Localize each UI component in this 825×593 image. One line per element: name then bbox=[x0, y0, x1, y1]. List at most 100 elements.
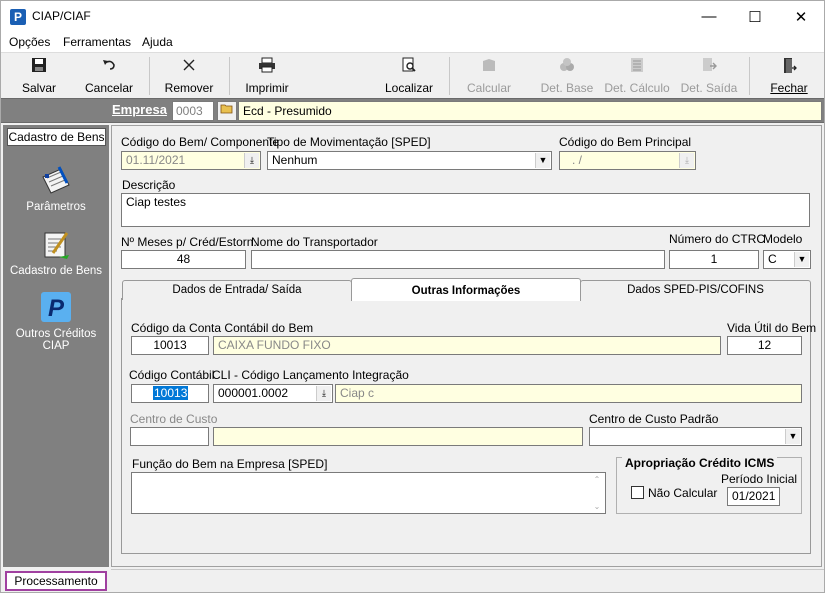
centro-custo-desc-field bbox=[213, 427, 583, 446]
x-mark-icon bbox=[159, 57, 219, 79]
magnifier-document-icon bbox=[381, 57, 437, 79]
undo-icon bbox=[81, 57, 137, 79]
conta-contabil-code-field[interactable]: 10013 bbox=[131, 336, 209, 355]
cli-desc-field: Ciap c bbox=[335, 384, 802, 403]
descricao-field[interactable]: Ciap testes bbox=[121, 193, 810, 227]
toolbar-separator bbox=[749, 57, 750, 95]
codigo-bem-principal-label: Código do Bem Principal bbox=[559, 135, 692, 149]
find-label: Localizar bbox=[384, 81, 434, 95]
det-calculo-button[interactable]: Det. Cálculo bbox=[601, 55, 673, 97]
arrow-down-bar-icon: ⤓ bbox=[679, 153, 694, 168]
arrow-down-bar-icon[interactable]: ⤓ bbox=[316, 386, 331, 401]
nao-calcular-checkbox[interactable] bbox=[631, 486, 644, 499]
apropriacao-credito-title: Apropriação Crédito ICMS bbox=[622, 456, 778, 470]
maximize-button[interactable]: ☐ bbox=[732, 1, 778, 32]
sidebar-tab-cadastro-de-bens[interactable]: Cadastro de Bens bbox=[7, 128, 106, 146]
tipo-movimentacao-value: Nenhum bbox=[272, 153, 318, 167]
sidebar-item-parametros[interactable]: Parâmetros bbox=[3, 163, 109, 213]
notepad-pen-icon bbox=[39, 163, 73, 197]
codigo-bem-principal-field[interactable]: . / ⤓ bbox=[559, 151, 696, 170]
vida-util-label: Vida Útil do Bem bbox=[727, 321, 817, 335]
tipo-movimentacao-select[interactable]: Nenhum ▼ bbox=[267, 151, 552, 170]
meses-label: Nº Meses p/ Créd/Estorn. bbox=[121, 235, 257, 249]
modelo-select[interactable]: C ▼ bbox=[763, 250, 811, 269]
chevron-down-icon[interactable]: ▼ bbox=[535, 153, 550, 168]
application-window: P CIAP/CIAF — ☐ ✕ Opções Ferramentas Aju… bbox=[0, 0, 825, 593]
calculator-icon bbox=[461, 57, 517, 79]
find-button[interactable]: Localizar bbox=[381, 55, 437, 97]
arrow-down-bar-icon[interactable]: ⤓ bbox=[244, 153, 259, 168]
centro-custo-label: Centro de Custo bbox=[130, 412, 218, 426]
tab-outras-informacoes[interactable]: Outras Informações bbox=[351, 278, 581, 301]
conta-contabil-label: Código da Conta Contábil do Bem bbox=[131, 321, 314, 335]
cancel-label: Cancelar bbox=[84, 81, 134, 95]
left-sidebar: Cadastro de Bens Parâmetros Cadastro de … bbox=[3, 125, 109, 567]
menu-ferramentas[interactable]: Ferramentas bbox=[63, 35, 131, 49]
chevron-down-icon[interactable]: ▼ bbox=[785, 429, 800, 444]
minimize-button[interactable]: — bbox=[686, 1, 732, 32]
ctrc-field[interactable]: 1 bbox=[669, 250, 759, 269]
nao-calcular-label: Não Calcular bbox=[648, 486, 718, 500]
close-form-button[interactable]: Fechar bbox=[761, 55, 817, 97]
door-exit-icon bbox=[761, 57, 817, 79]
close-button[interactable]: ✕ bbox=[778, 1, 824, 32]
tipo-movimentacao-label: Tipo de Movimentação [SPED] bbox=[267, 135, 431, 149]
det-base-button[interactable]: Det. Base bbox=[538, 55, 596, 97]
status-bar bbox=[111, 569, 824, 592]
transportador-field[interactable] bbox=[251, 250, 665, 269]
save-label: Salvar bbox=[21, 81, 56, 95]
centro-custo-code-field[interactable] bbox=[130, 427, 209, 446]
menu-bar: Opções Ferramentas Ajuda bbox=[1, 32, 824, 52]
menu-opcoes[interactable]: Opções bbox=[9, 35, 50, 49]
cli-code-field[interactable]: 000001.0002 ⤓ bbox=[213, 384, 333, 403]
codigo-contabil-value: 10013 bbox=[153, 386, 189, 400]
company-bar: Empresa 0003 Ecd - Presumido bbox=[1, 98, 824, 123]
centro-custo-padrao-label: Centro de Custo Padrão bbox=[589, 412, 719, 426]
processamento-button[interactable]: Processamento bbox=[5, 571, 107, 591]
remove-button[interactable]: Remover bbox=[159, 55, 219, 97]
tab-dados-entrada-saida[interactable]: Dados de Entrada/ Saída bbox=[122, 280, 352, 300]
print-button[interactable]: Imprimir bbox=[239, 55, 295, 97]
floppy-disk-icon bbox=[13, 57, 65, 79]
centro-custo-padrao-select[interactable]: ▼ bbox=[589, 427, 802, 446]
funcao-bem-textarea[interactable]: ⌃ ⌄ bbox=[131, 472, 606, 514]
menu-ajuda[interactable]: Ajuda bbox=[142, 35, 173, 49]
scrollbar[interactable]: ⌃ ⌄ bbox=[591, 475, 603, 511]
codigo-bem-principal-value: . / bbox=[572, 153, 583, 167]
chevron-down-icon[interactable]: ▼ bbox=[794, 252, 809, 267]
folder-open-icon[interactable] bbox=[217, 101, 237, 121]
periodo-inicial-label: Período Inicial bbox=[721, 472, 798, 486]
det-saida-button[interactable]: Det. Saída bbox=[678, 55, 740, 97]
company-label: Empresa bbox=[112, 102, 167, 117]
sidebar-item-cadastro-de-bens[interactable]: Cadastro de Bens bbox=[3, 227, 109, 277]
det-base-label: Det. Base bbox=[540, 81, 594, 95]
chevron-up-icon[interactable]: ⌃ bbox=[594, 475, 601, 484]
codigo-bem-field[interactable]: 01.11/2021 ⤓ bbox=[121, 151, 261, 170]
window-title: CIAP/CIAF bbox=[32, 9, 91, 23]
coins-icon bbox=[538, 57, 596, 79]
sidebar-item-outros-creditos-ciap[interactable]: P Outros Créditos CIAP bbox=[3, 290, 109, 352]
sidebar-item-label: Parâmetros bbox=[26, 201, 86, 213]
toolbar-separator bbox=[449, 57, 450, 95]
save-button[interactable]: Salvar bbox=[13, 55, 65, 97]
vida-util-field[interactable]: 12 bbox=[727, 336, 802, 355]
tab-dados-sped-pis-cofins[interactable]: Dados SPED-PIS/COFINS bbox=[580, 280, 811, 300]
meses-field[interactable]: 48 bbox=[121, 250, 246, 269]
company-code-field[interactable]: 0003 bbox=[172, 101, 214, 121]
app-logo-icon: P bbox=[10, 9, 26, 25]
codigo-bem-value: 01.11/2021 bbox=[126, 153, 186, 167]
sidebar-item-label: Cadastro de Bens bbox=[9, 265, 103, 277]
chevron-down-icon[interactable]: ⌄ bbox=[594, 502, 601, 511]
ctrc-label: Número do CTRC bbox=[669, 232, 766, 246]
cancel-button[interactable]: Cancelar bbox=[81, 55, 137, 97]
calculate-button[interactable]: Calcular bbox=[461, 55, 517, 97]
codigo-contabil-field[interactable]: 10013 bbox=[131, 384, 209, 403]
codigo-contabil-label: Código Contábil bbox=[129, 368, 215, 382]
p-logo-icon: P bbox=[39, 290, 73, 324]
periodo-inicial-field[interactable]: 01/2021 bbox=[727, 487, 780, 506]
transportador-label: Nome do Transportador bbox=[251, 235, 378, 249]
close-form-label: Fechar bbox=[770, 81, 808, 95]
spreadsheet-icon bbox=[601, 57, 673, 79]
remove-label: Remover bbox=[164, 81, 214, 95]
det-saida-label: Det. Saída bbox=[680, 81, 738, 95]
